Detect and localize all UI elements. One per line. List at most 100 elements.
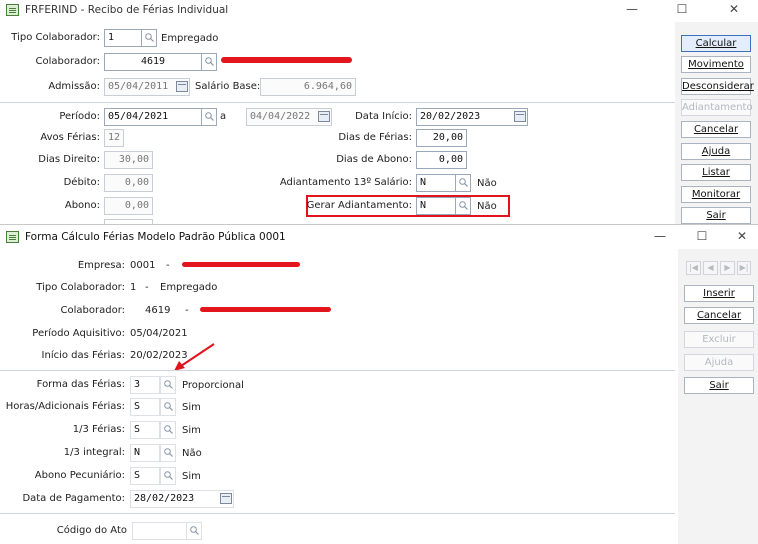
recibo-form: Tipo Colaborador: 1 Empregado Colaborado… [0, 22, 675, 224]
horas-adicionais-input[interactable]: S [130, 398, 160, 416]
inserir-button[interactable]: Inserir [684, 285, 754, 302]
monitorar-button[interactable]: Monitorar [681, 186, 751, 203]
um-terco-integral-search-icon[interactable] [160, 444, 176, 462]
adiantamento-13-search-icon[interactable] [455, 174, 471, 192]
um-terco-ferias-input[interactable]: S [130, 421, 160, 439]
data-inicio-label: Data Início: [355, 111, 412, 122]
cancelar-button[interactable]: Cancelar [684, 307, 754, 324]
um-terco-integral-desc: Não [182, 448, 202, 459]
data-inicio-input[interactable]: 20/02/2023 [416, 108, 528, 126]
movimento-button[interactable]: Movimento [681, 56, 751, 73]
tipo-colaborador-label: Tipo Colaborador: [36, 282, 125, 293]
um-terco-ferias-search-icon[interactable] [160, 421, 176, 439]
codigo-ato-label: Código do Ato [56, 525, 127, 536]
abono-pecuniario-input[interactable]: S [130, 467, 160, 485]
recibo-ferias-window: FRFERIND - Recibo de Férias Individual —… [0, 0, 758, 224]
colaborador-value: 4619 [145, 305, 171, 316]
empresa-name-redaction [182, 262, 300, 267]
periodo-aquisitivo-label: Período Aquisitivo: [32, 328, 125, 339]
tipo-colaborador-input[interactable]: 1 [104, 29, 142, 47]
colaborador-sep: - [185, 305, 189, 316]
forma-ferias-input[interactable]: 3 [130, 376, 160, 394]
calcular-button[interactable]: Calcular [681, 35, 751, 52]
salario-base-input: 6.964,60 [260, 78, 356, 96]
colaborador-input[interactable]: 4619 [104, 53, 202, 71]
colaborador-label: Colaborador: [60, 305, 125, 316]
debito-label: Débito: [63, 177, 100, 188]
periodo-a-label: a [220, 111, 227, 122]
horas-adicionais-label: Horas/Adicionais Férias: [5, 401, 125, 412]
horas-adicionais-desc: Sim [182, 402, 201, 413]
forma-ferias-search-icon[interactable] [160, 376, 176, 394]
tipo-colaborador-desc: Empregado [161, 33, 219, 44]
gerar-adiantamento-input[interactable]: N [416, 197, 456, 215]
window-title: FRFERIND - Recibo de Férias Individual [25, 4, 229, 16]
empresa-sep: - [166, 260, 170, 271]
colaborador-search-icon[interactable] [201, 53, 217, 71]
um-terco-integral-label: 1/3 integral: [63, 447, 125, 458]
forma-ferias-label: Forma das Férias: [36, 379, 125, 390]
colaborador-label: Colaborador: [35, 56, 100, 67]
app-icon [6, 231, 19, 243]
colaborador-name-redaction [221, 57, 352, 63]
abono-input: 0,00 [104, 197, 153, 215]
excluir-button: Excluir [684, 331, 754, 348]
annotation-arrow [174, 343, 215, 371]
inicio-ferias-label: Início das Férias: [41, 350, 125, 361]
abono-pecuniario-search-icon[interactable] [160, 467, 176, 485]
periodo-fim-calendar-icon[interactable] [318, 111, 330, 122]
um-terco-ferias-desc: Sim [182, 425, 201, 436]
dias-abono-input[interactable]: 0,00 [416, 151, 467, 169]
dias-ferias-label: Dias de Férias: [338, 132, 412, 143]
data-pagamento-calendar-icon[interactable] [220, 493, 232, 504]
avos-ferias-input: 12 [104, 129, 124, 147]
tipo-colaborador-search-icon[interactable] [141, 29, 157, 47]
close-icon[interactable]: ✕ [722, 227, 758, 247]
gerar-adiantamento-label: Gerar Adiantamento: [306, 200, 412, 211]
tipo-colaborador-label: Tipo Colaborador: [11, 32, 100, 43]
maximize-icon[interactable]: ☐ [682, 227, 722, 247]
dias-ferias-input[interactable]: 20,00 [416, 129, 467, 147]
sair-button[interactable]: Sair [684, 377, 754, 394]
colaborador-name-redaction [200, 307, 331, 312]
close-icon[interactable]: ✕ [714, 0, 754, 20]
forma-calculo-titlebar: Forma Cálculo Férias Modelo Padrão Públi… [0, 225, 758, 249]
cancelar-button[interactable]: Cancelar [681, 121, 751, 138]
app-icon [6, 4, 19, 16]
um-terco-ferias-label: 1/3 Férias: [72, 424, 125, 435]
data-pagamento-input[interactable]: 28/02/2023 [130, 490, 234, 508]
gerar-adiantamento-desc: Não [477, 201, 497, 212]
salario-base-label: Salário Base: [195, 81, 261, 92]
forma-calculo-info: Empresa: 0001 - Tipo Colaborador: 1 - Em… [0, 249, 675, 544]
periodo-inicio-input[interactable]: 05/04/2021 [104, 108, 202, 126]
data-pagamento-label: Data de Pagamento: [22, 493, 125, 504]
ajuda-button: Ajuda [684, 354, 754, 371]
abono-pecuniario-label: Abono Pecuniário: [34, 470, 125, 481]
debito-input: 0,00 [104, 174, 153, 192]
adiantamento-13-desc: Não [477, 178, 497, 189]
ajuda-button[interactable]: Ajuda [681, 143, 751, 160]
minimize-icon[interactable]: — [612, 0, 652, 20]
periodo-search-icon[interactable] [201, 108, 217, 126]
adiantamento-13-input[interactable]: N [416, 174, 456, 192]
desconsiderar-button[interactable]: Desconsiderar [681, 78, 754, 95]
admissao-calendar-icon[interactable] [176, 81, 188, 92]
listar-button[interactable]: Listar [681, 164, 751, 181]
maximize-icon[interactable]: ☐ [662, 0, 702, 20]
form-separator [0, 102, 675, 103]
minimize-icon[interactable]: — [640, 227, 680, 247]
sair-button[interactable]: Sair [681, 207, 751, 224]
window-title: Forma Cálculo Férias Modelo Padrão Públi… [25, 231, 286, 243]
gerar-adiantamento-search-icon[interactable] [455, 197, 471, 215]
last-record-icon: ▶| [737, 261, 751, 275]
admissao-label: Admissão: [48, 81, 100, 92]
horas-adicionais-search-icon[interactable] [160, 398, 176, 416]
next-record-icon: ▶ [720, 261, 735, 275]
um-terco-integral-input[interactable]: N [130, 444, 160, 462]
codigo-ato-input[interactable] [132, 522, 188, 540]
forma-calculo-window: Forma Cálculo Férias Modelo Padrão Públi… [0, 224, 758, 544]
forma-calculo-button-panel: |◀ ◀ ▶ ▶| Inserir Cancelar Excluir Ajuda… [678, 249, 758, 544]
data-inicio-calendar-icon[interactable] [514, 111, 526, 122]
form-separator [0, 513, 675, 514]
codigo-ato-search-icon[interactable] [186, 522, 202, 540]
